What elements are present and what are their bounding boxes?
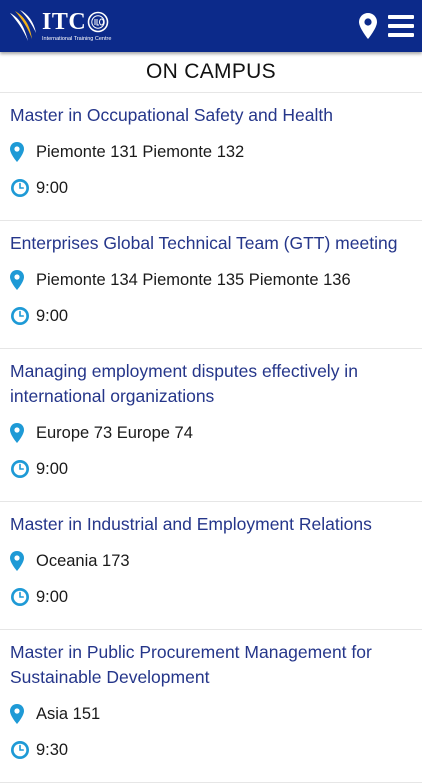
itc-logo[interactable]: ITC International Training Centre <box>0 0 111 52</box>
location-pin-icon <box>10 551 32 571</box>
location-pin-icon <box>10 142 32 162</box>
map-pin-button[interactable] <box>358 13 378 39</box>
logo-subtitle: International Training Centre <box>42 35 112 42</box>
event-title[interactable]: Master in Occupational Safety and Health <box>10 103 412 128</box>
logo-swoosh-icon <box>10 10 36 41</box>
event-item[interactable]: Enterprises Global Technical Team (GTT) … <box>0 221 422 349</box>
event-location-row: Piemonte 134 Piemonte 135 Piemonte 136 <box>10 262 412 298</box>
event-item[interactable]: Master in Industrial and Employment Rela… <box>0 502 422 630</box>
event-time: 9:00 <box>36 459 69 478</box>
event-time-row: 9:00 <box>10 298 412 334</box>
event-time: 9:00 <box>36 178 69 197</box>
hamburger-menu-icon[interactable] <box>388 15 414 37</box>
event-item[interactable]: Managing employment disputes effectively… <box>0 349 422 502</box>
event-location: Piemonte 134 Piemonte 135 Piemonte 136 <box>36 270 351 289</box>
app-header: ITC International Training Centre <box>0 0 422 52</box>
menu-bar <box>388 15 414 19</box>
clock-icon <box>10 740 32 760</box>
location-pin-icon <box>10 270 32 290</box>
event-location: Asia 151 <box>36 704 101 723</box>
menu-bar <box>388 24 414 28</box>
clock-icon <box>10 306 32 326</box>
clock-icon <box>10 587 32 607</box>
location-pin-icon <box>10 704 32 724</box>
event-time: 9:00 <box>36 587 69 606</box>
map-pin-icon <box>359 13 377 39</box>
event-item[interactable]: Master in Occupational Safety and Health… <box>0 93 422 221</box>
event-location: Europe 73 Europe 74 <box>36 423 193 442</box>
event-title[interactable]: Enterprises Global Technical Team (GTT) … <box>10 231 412 256</box>
event-list: Master in Occupational Safety and Health… <box>0 93 422 783</box>
logo-wordmark: ITC <box>42 8 87 35</box>
event-time-row: 9:00 <box>10 451 412 487</box>
event-location-row: Oceania 173 <box>10 543 412 579</box>
event-location-row: Piemonte 131 Piemonte 132 <box>10 134 412 170</box>
event-title[interactable]: Managing employment disputes effectively… <box>10 359 412 409</box>
clock-icon <box>10 178 32 198</box>
event-location-row: Europe 73 Europe 74 <box>10 415 412 451</box>
event-title[interactable]: Master in Industrial and Employment Rela… <box>10 512 412 537</box>
event-time: 9:00 <box>36 306 69 325</box>
event-time-row: 9:00 <box>10 170 412 206</box>
event-location-row: Asia 151 <box>10 696 412 732</box>
location-pin-icon <box>10 423 32 443</box>
event-time-row: 9:00 <box>10 579 412 615</box>
event-item[interactable]: Master in Public Procurement Management … <box>0 630 422 783</box>
event-title[interactable]: Master in Public Procurement Management … <box>10 640 412 690</box>
menu-bar <box>388 33 414 37</box>
event-location: Oceania 173 <box>36 551 130 570</box>
event-location: Piemonte 131 Piemonte 132 <box>36 142 245 161</box>
event-time: 9:30 <box>36 740 69 759</box>
clock-icon <box>10 459 32 479</box>
section-title: ON CAMPUS <box>0 52 422 93</box>
event-time-row: 9:30 <box>10 732 412 768</box>
ilo-emblem-icon <box>87 11 109 32</box>
